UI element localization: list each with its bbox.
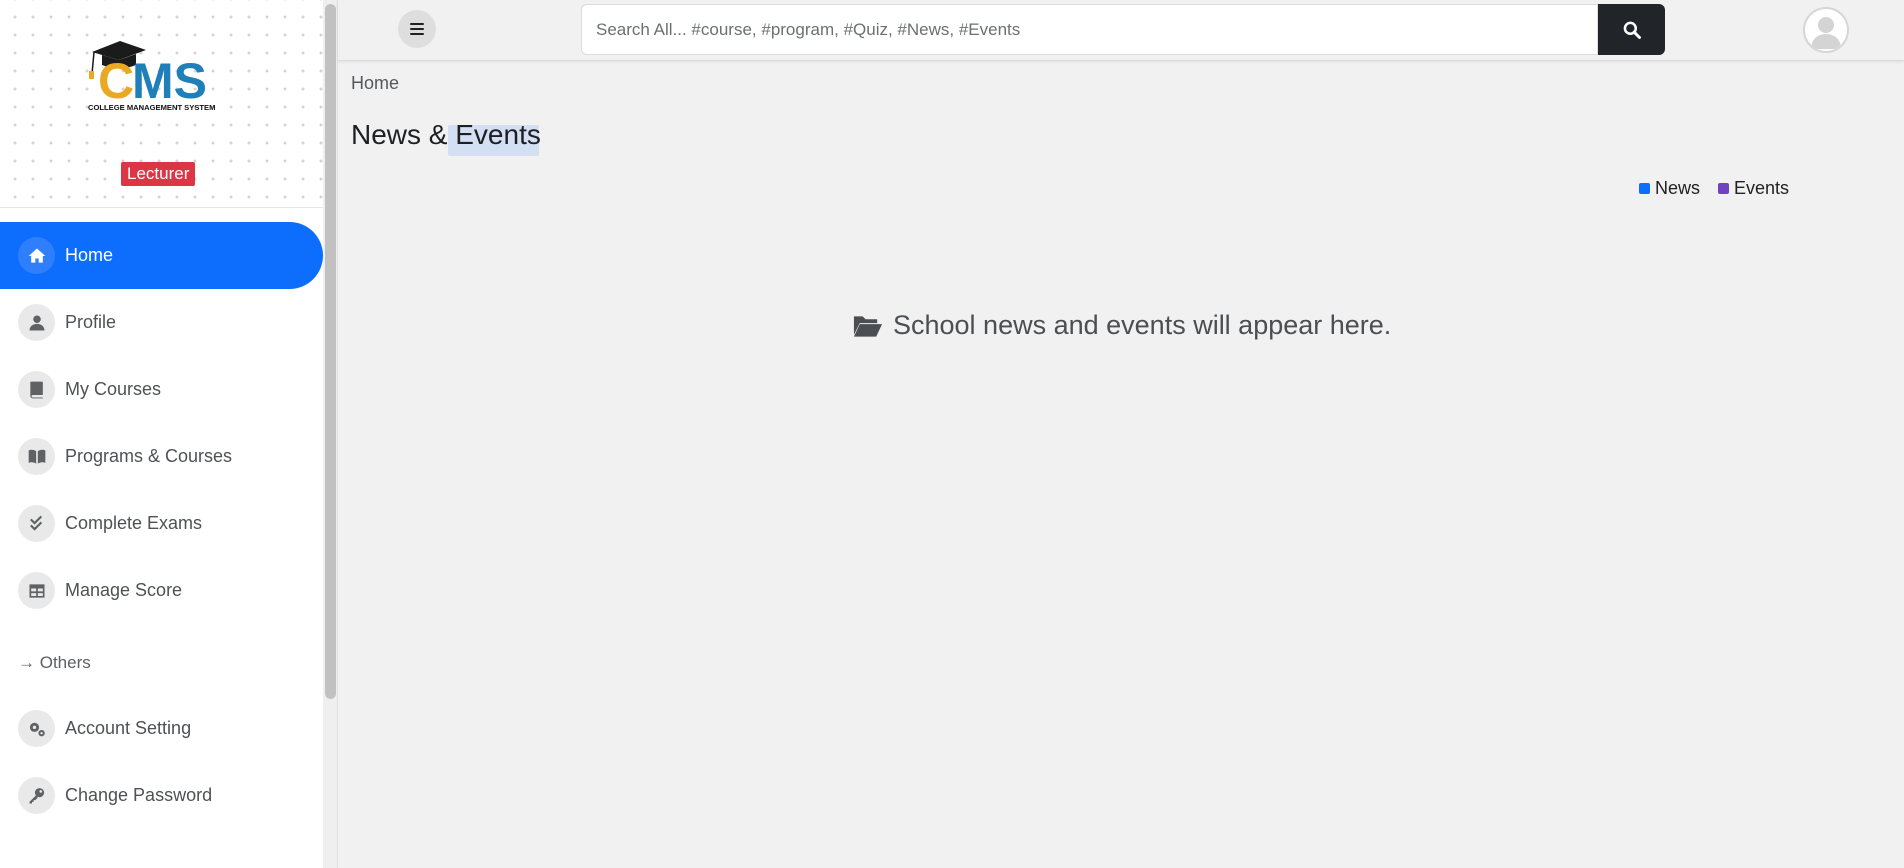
- cms-logo[interactable]: C MS COLLEGE MANAGEMENT SYSTEM: [86, 38, 230, 114]
- search-input[interactable]: [581, 4, 1598, 55]
- search-button[interactable]: [1598, 4, 1665, 55]
- sidebar-item-account-setting[interactable]: Account Setting: [0, 695, 323, 762]
- sidebar-item-label: My Courses: [65, 379, 162, 399]
- check-double-icon: [18, 505, 55, 542]
- sidebar-brand: C MS COLLEGE MANAGEMENT SYSTEM Lecturer: [0, 0, 323, 208]
- role-badge: Lecturer: [121, 162, 196, 186]
- book-icon: [18, 371, 55, 408]
- legend-news: News: [1639, 178, 1700, 199]
- search-icon: [1623, 21, 1641, 39]
- sidebar-item-label: Programs & Courses: [65, 446, 233, 466]
- legend-label: Events: [1734, 178, 1790, 198]
- key-icon: [18, 777, 55, 814]
- svg-text:COLLEGE MANAGEMENT SYSTEM: COLLEGE MANAGEMENT SYSTEM: [88, 103, 215, 112]
- sidebar-section-others: → Others: [18, 653, 91, 672]
- table-icon: [18, 572, 55, 609]
- empty-state-message: School news and events will appear here.: [893, 310, 1392, 340]
- home-icon: [18, 237, 55, 274]
- sidebar-item-label: Home: [65, 245, 114, 265]
- sidebar-item-programs-courses[interactable]: Programs & Courses: [0, 423, 323, 490]
- user-avatar[interactable]: [1803, 7, 1849, 53]
- sidebar: C MS COLLEGE MANAGEMENT SYSTEM Lecturer …: [0, 0, 323, 868]
- sidebar-item-label: Manage Score: [65, 580, 183, 600]
- hamburger-icon: [410, 23, 424, 35]
- user-icon: [18, 304, 55, 341]
- breadcrumb[interactable]: Home: [351, 73, 399, 94]
- svg-text:C: C: [98, 53, 134, 109]
- sidebar-item-profile[interactable]: Profile: [0, 289, 323, 356]
- cogs-icon: [18, 710, 55, 747]
- sidebar-item-home[interactable]: Home: [0, 222, 323, 289]
- sidebar-item-my-courses[interactable]: My Courses: [0, 356, 323, 423]
- topbar: [338, 0, 1904, 61]
- sidebar-item-complete-exams[interactable]: Complete Exams: [0, 490, 323, 557]
- book-open-icon: [18, 438, 55, 475]
- menu-toggle-button[interactable]: [398, 10, 436, 48]
- sidebar-item-label: Account Setting: [65, 718, 192, 738]
- events-swatch: [1718, 183, 1729, 194]
- legend-events: Events: [1718, 178, 1789, 199]
- sidebar-item-label: Complete Exams: [65, 513, 203, 533]
- sidebar-scrollbar-thumb[interactable]: [325, 4, 336, 699]
- sidebar-item-label: Profile: [65, 312, 117, 332]
- folder-open-icon: [853, 315, 883, 337]
- news-swatch: [1639, 183, 1650, 194]
- sidebar-item-label: Change Password: [65, 785, 213, 805]
- svg-text:MS: MS: [132, 53, 207, 109]
- avatar-placeholder-icon: [1811, 17, 1841, 49]
- page-title: News & Events: [351, 119, 541, 150]
- empty-state: School news and events will appear here.: [852, 310, 1391, 341]
- sidebar-item-manage-score[interactable]: Manage Score: [0, 557, 323, 624]
- legend-label: News: [1655, 178, 1701, 198]
- sidebar-item-change-password[interactable]: Change Password: [0, 762, 323, 829]
